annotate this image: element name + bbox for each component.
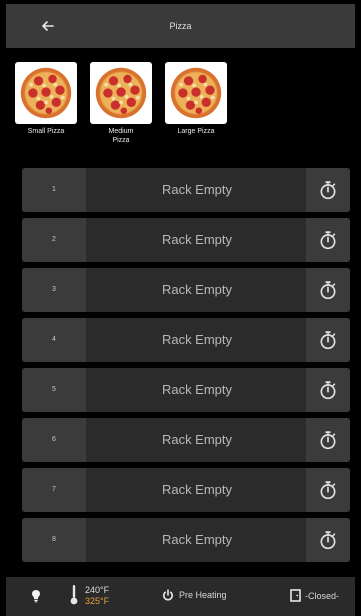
stopwatch-icon (318, 430, 338, 450)
page-title: Pizza (169, 21, 192, 31)
power-icon (163, 589, 173, 601)
pizza-option-medium[interactable]: Medium Pizza (89, 62, 153, 145)
door-icon (290, 589, 301, 602)
rack-row: 3 Rack Empty (22, 268, 350, 312)
stopwatch-icon (318, 380, 338, 400)
rack-number-button[interactable]: 2 (22, 218, 86, 262)
pizza-icon (18, 65, 74, 121)
stopwatch-icon (318, 480, 338, 500)
rack-number-button[interactable]: 1 (22, 168, 86, 212)
rack-timer-button[interactable] (306, 268, 350, 312)
rack-timer-button[interactable] (306, 168, 350, 212)
pizza-label: Small Pizza (27, 128, 65, 135)
stopwatch-icon (318, 330, 338, 350)
oven-status-text: Pre Heating (179, 590, 227, 600)
pizza-label: Large Pizza (177, 128, 215, 135)
rack-status[interactable]: Rack Empty (86, 168, 308, 212)
rack-row: 8 Rack Empty (22, 518, 350, 562)
stopwatch-icon (318, 230, 338, 250)
stopwatch-icon (318, 180, 338, 200)
status-bar: 240°F 325°F Pre Heating -Closed- (6, 577, 355, 616)
rack-timer-button[interactable] (306, 468, 350, 512)
rack-timer-button[interactable] (306, 368, 350, 412)
pizza-icon (93, 65, 149, 121)
bulb-icon (32, 590, 40, 603)
rack-status[interactable]: Rack Empty (86, 468, 308, 512)
stopwatch-icon (318, 530, 338, 550)
door-status: -Closed- (290, 589, 339, 602)
thermometer-icon (70, 585, 78, 605)
top-bar: Pizza (6, 4, 355, 48)
rack-row: 7 Rack Empty (22, 468, 350, 512)
rack-timer-button[interactable] (306, 418, 350, 462)
pizza-label: Medium Pizza (108, 128, 134, 144)
oven-light-button[interactable] (26, 586, 46, 606)
rack-status[interactable]: Rack Empty (86, 268, 308, 312)
rack-row: 6 Rack Empty (22, 418, 350, 462)
rack-status[interactable]: Rack Empty (86, 318, 308, 362)
pizza-icon (168, 65, 224, 121)
oven-app: Pizza Small Pizza Medium Pizza Large Piz… (0, 0, 361, 616)
rack-timer-button[interactable] (306, 318, 350, 362)
rack-status[interactable]: Rack Empty (86, 518, 308, 562)
rack-row: 1 Rack Empty (22, 168, 350, 212)
rack-row: 2 Rack Empty (22, 218, 350, 262)
pizza-option-large[interactable]: Large Pizza (164, 62, 228, 136)
rack-row: 4 Rack Empty (22, 318, 350, 362)
rack-status[interactable]: Rack Empty (86, 418, 308, 462)
pizza-thumbnail (165, 62, 227, 124)
pizza-thumbnail (90, 62, 152, 124)
rack-number-button[interactable]: 7 (22, 468, 86, 512)
door-status-text: -Closed- (305, 590, 340, 601)
rack-timer-button[interactable] (306, 518, 350, 562)
rack-row: 5 Rack Empty (22, 368, 350, 412)
rack-number-button[interactable]: 5 (22, 368, 86, 412)
rack-status[interactable]: Rack Empty (86, 368, 308, 412)
rack-number-button[interactable]: 4 (22, 318, 86, 362)
pizza-thumbnail (15, 62, 77, 124)
current-temperature: 240°F (85, 585, 110, 595)
rack-number-button[interactable]: 8 (22, 518, 86, 562)
rack-number-button[interactable]: 3 (22, 268, 86, 312)
rack-status[interactable]: Rack Empty (86, 218, 308, 262)
rack-timer-button[interactable] (306, 218, 350, 262)
target-temperature: 325°F (85, 596, 110, 606)
stopwatch-icon (318, 280, 338, 300)
preheat-status[interactable]: Pre Heating (162, 589, 227, 601)
rack-number-button[interactable]: 6 (22, 418, 86, 462)
pizza-option-small[interactable]: Small Pizza (14, 62, 78, 136)
